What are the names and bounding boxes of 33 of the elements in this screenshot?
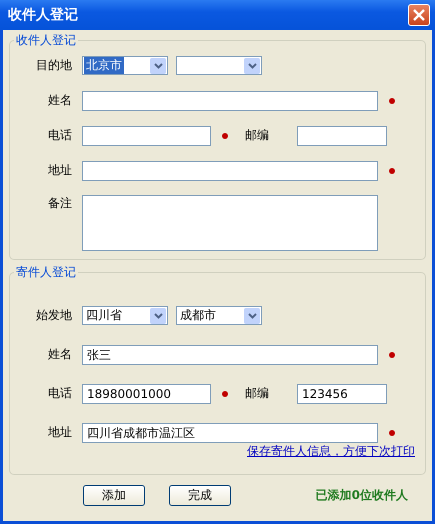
close-button[interactable] xyxy=(408,4,430,26)
dialog-button[interactable]: 完成 xyxy=(169,485,231,506)
field-label: 邮编 xyxy=(244,127,270,144)
field-label: 邮编 xyxy=(244,385,270,402)
field-label: 目的地 xyxy=(35,57,73,74)
dialog-button[interactable]: 添加 xyxy=(83,485,145,506)
field-label: 地址 xyxy=(47,162,73,179)
input-field[interactable] xyxy=(82,126,211,146)
input-field[interactable]: 张三 xyxy=(82,344,378,364)
text-area[interactable] xyxy=(82,195,378,251)
field-label: 姓名 xyxy=(47,92,73,109)
input-field[interactable] xyxy=(82,160,378,180)
field-label: 始发地 xyxy=(35,307,73,324)
group-title: 收件人登记 xyxy=(15,32,77,49)
input-field[interactable]: 四川省成都市温江区 xyxy=(82,422,378,442)
field-label: 姓名 xyxy=(47,346,73,363)
field-label: 备注 xyxy=(47,195,73,212)
dropdown[interactable]: 成都市 xyxy=(176,306,262,325)
input-field[interactable]: 123456 xyxy=(297,384,387,404)
field-label: 电话 xyxy=(47,127,73,144)
dropdown[interactable]: 四川省 xyxy=(82,306,168,325)
close-icon xyxy=(413,9,425,21)
input-field[interactable] xyxy=(82,90,378,110)
group-title: 寄件人登记 xyxy=(15,264,77,281)
dropdown[interactable]: 北京市 xyxy=(82,56,168,75)
input-field[interactable] xyxy=(297,126,387,146)
field-label: 电话 xyxy=(47,385,73,402)
input-field[interactable]: 18980001000 xyxy=(82,384,211,404)
field-label: 地址 xyxy=(47,424,73,441)
dropdown[interactable] xyxy=(176,56,262,75)
window-title: 收件人登记 xyxy=(8,6,78,24)
save-sender-link[interactable]: 保存寄件人信息，方便下次打印 xyxy=(247,443,415,460)
status-text: 已添加0位收件人 xyxy=(316,487,408,504)
